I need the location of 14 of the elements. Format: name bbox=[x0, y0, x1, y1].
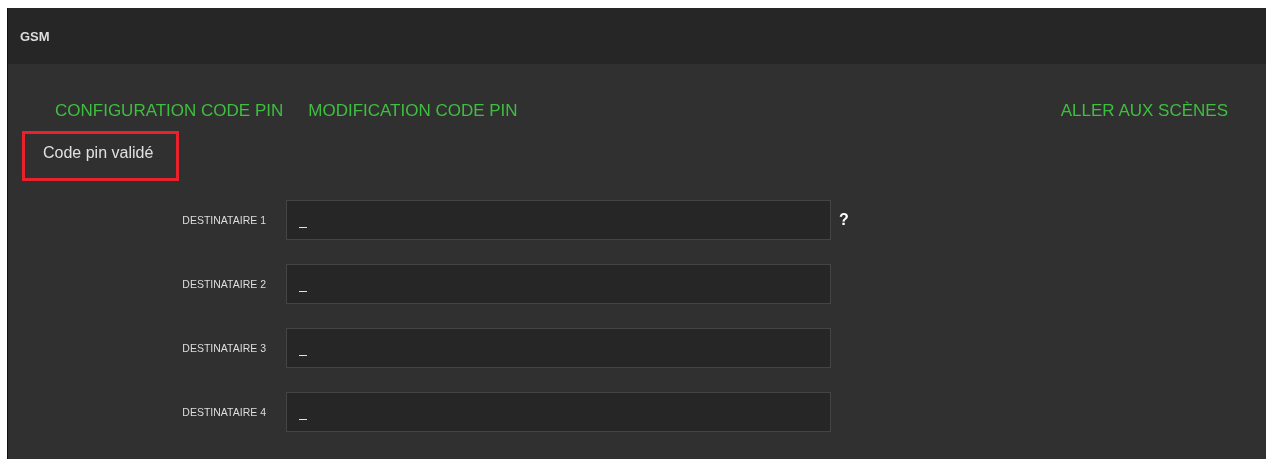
input-field[interactable]: _ bbox=[286, 328, 831, 368]
field-label: DESTINATAIRE 4 bbox=[181, 406, 266, 418]
status-message: Code pin validé bbox=[22, 131, 180, 181]
field-label: DESTINATAIRE 1 bbox=[181, 214, 266, 226]
input-field[interactable]: _ bbox=[286, 200, 831, 240]
field-label: DESTINATAIRE 3 bbox=[181, 342, 266, 354]
nav-link[interactable]: CONFIGURATION CODE PIN bbox=[55, 101, 284, 125]
input-field[interactable]: _ bbox=[286, 392, 831, 432]
panel-title: GSM bbox=[20, 28, 50, 44]
nav-link[interactable]: MODIFICATION CODE PIN bbox=[308, 101, 518, 125]
help-link[interactable]: ? bbox=[839, 211, 849, 229]
nav-link[interactable]: ALLER AUX SCÈNES bbox=[1060, 101, 1228, 120]
input-field[interactable]: _ bbox=[286, 264, 831, 304]
field-label: DESTINATAIRE 2 bbox=[181, 278, 266, 290]
